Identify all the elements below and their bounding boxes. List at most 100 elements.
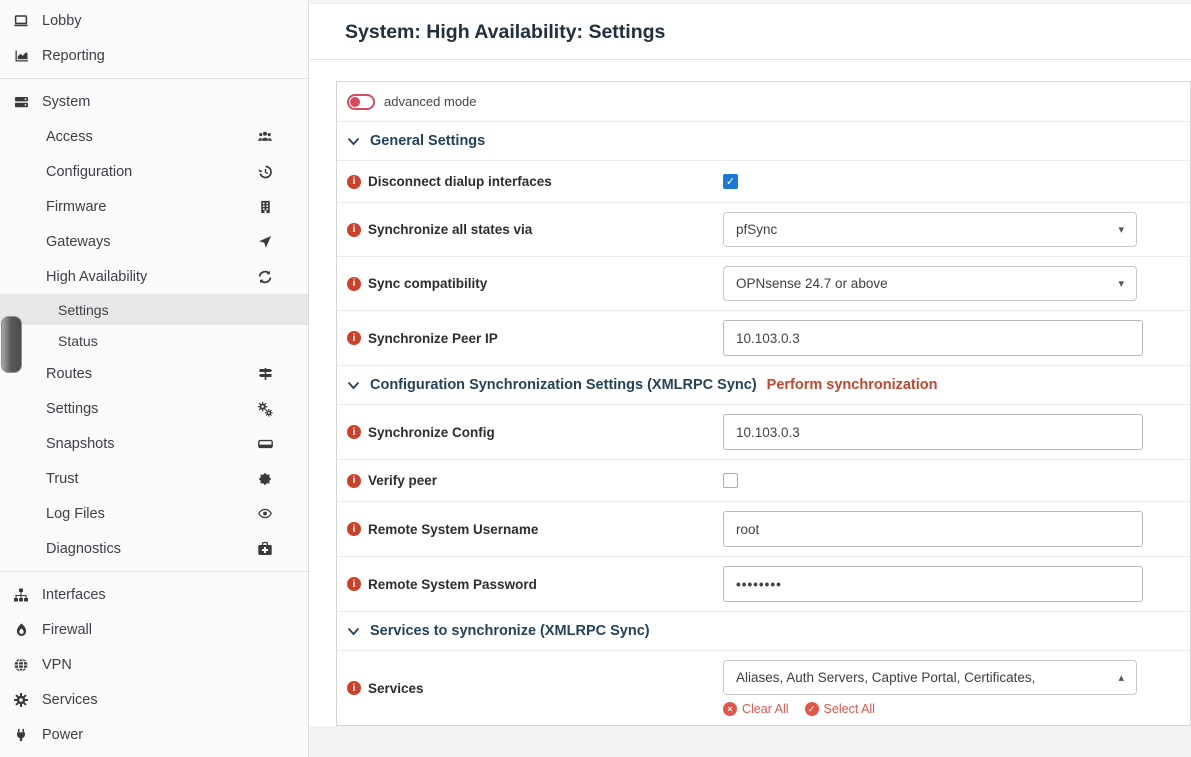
sidebar-item-label: Configuration — [46, 164, 132, 180]
synchronize-all-states-via-selected-value: pfSync — [736, 222, 777, 237]
drawer-handle[interactable] — [1, 316, 22, 373]
page-title: System: High Availability: Settings — [345, 21, 1191, 44]
globe-icon — [10, 657, 32, 673]
sync-compatibility-select[interactable]: OPNsense 24.7 or above ▾ — [723, 266, 1137, 301]
sidebar-nav: Lobby Reporting SystemAccess Configuration F… — [0, 3, 308, 757]
info-icon[interactable]: i — [347, 331, 361, 345]
info-icon[interactable]: i — [347, 425, 361, 439]
sidebar-item-label: Diagnostics — [46, 541, 121, 557]
server-icon — [10, 94, 32, 110]
sidebar-item-system-routes[interactable]: Routes — [0, 356, 308, 391]
sidebar-item-label: Routes — [46, 366, 92, 382]
sidebar-item-label: VPN — [42, 657, 72, 673]
synchronize-all-states-via-row: iSynchronize all states viapfSync▾ — [337, 203, 1190, 257]
chart-icon — [10, 48, 32, 64]
section-general-settings: General Settings — [337, 122, 1190, 161]
sidebar-item-services[interactable]: Services — [0, 682, 308, 717]
sidebar-item-help[interactable]: Help — [0, 752, 308, 757]
sidebar-item-label: Log Files — [46, 506, 105, 522]
sidebar-item-high-availability-settings[interactable]: Settings — [0, 294, 308, 325]
sidebar-item-system-high-availability[interactable]: High Availability — [0, 259, 308, 294]
synchronize-peer-ip-control-cell — [723, 311, 1143, 365]
services-select[interactable]: Aliases, Auth Servers, Captive Portal, C… — [723, 660, 1137, 695]
sidebar-item-system-firmware[interactable]: Firmware — [0, 189, 308, 224]
sidebar-item-system-settings[interactable]: Settings — [0, 391, 308, 426]
sidebar-item-vpn[interactable]: VPN — [0, 647, 308, 682]
caret-down-icon: ▾ — [1118, 277, 1124, 290]
verify-peer-row: iVerify peer — [337, 460, 1190, 502]
remote-system-password-input[interactable] — [723, 566, 1143, 602]
synchronize-config-row: iSynchronize Config — [337, 405, 1190, 460]
sidebar-item-system-trust[interactable]: Trust — [0, 461, 308, 496]
configuration-synchronization-settings-link[interactable]: Perform synchronization — [767, 377, 938, 393]
advanced-mode-toggle[interactable] — [347, 94, 375, 110]
top-strip — [310, 0, 1191, 4]
app: Lobby Reporting SystemAccess Configuration F… — [0, 0, 1191, 757]
remote-system-password-label-cell: iRemote System Password — [347, 577, 723, 592]
disconnect-dialup-interfaces-label-cell: i Disconnect dialup interfaces — [347, 174, 723, 189]
synchronize-config-input[interactable] — [723, 414, 1143, 450]
section-services-to-synchronize: Services to synchronize (XMLRPC Sync) — [337, 612, 1190, 651]
sidebar-item-system-access[interactable]: Access — [0, 119, 308, 154]
sidebar-item-label: Firmware — [46, 199, 106, 215]
main-content: System: High Availability: Settings adva… — [310, 0, 1191, 757]
sidebar-item-label: Settings — [58, 302, 109, 318]
sidebar-item-system-diagnostics[interactable]: Diagnostics — [0, 531, 308, 566]
sidebar-divider — [0, 571, 308, 572]
caret-up-icon: ▴ — [1118, 671, 1124, 684]
sidebar-item-label: Interfaces — [42, 587, 106, 603]
sidebar-item-interfaces[interactable]: Interfaces — [0, 577, 308, 612]
chevron-down-icon[interactable] — [347, 381, 360, 390]
sidebar-item-system-snapshots[interactable]: Snapshots — [0, 426, 308, 461]
synchronize-config-label-cell: iSynchronize Config — [347, 425, 723, 440]
sidebar-item-label: Trust — [46, 471, 79, 487]
sidebar-item-high-availability-status[interactable]: Status — [0, 325, 308, 356]
sidebar-divider — [0, 78, 308, 79]
info-icon[interactable]: i — [347, 474, 361, 488]
disconnect-dialup-interfaces-row: i Disconnect dialup interfaces ✓ — [337, 161, 1190, 203]
sidebar-item-reporting[interactable]: Reporting — [0, 38, 308, 73]
sidebar-item-system[interactable]: System — [0, 84, 308, 119]
verify-peer-checkbox[interactable] — [723, 473, 738, 488]
cogs-icon — [255, 401, 275, 417]
sidebar-item-system-gateways[interactable]: Gateways — [0, 224, 308, 259]
history-icon — [255, 164, 275, 180]
remote-system-username-input[interactable] — [723, 511, 1143, 547]
sidebar-item-lobby[interactable]: Lobby — [0, 3, 308, 38]
info-icon[interactable]: i — [347, 223, 361, 237]
sidebar-item-power[interactable]: Power — [0, 717, 308, 752]
medkit-icon — [255, 541, 275, 557]
title-divider — [310, 59, 1191, 60]
sidebar-item-firewall[interactable]: Firewall — [0, 612, 308, 647]
sidebar-item-system-configuration[interactable]: Configuration — [0, 154, 308, 189]
page-background — [310, 726, 1191, 757]
sidebar-item-system-log-files[interactable]: Log Files — [0, 496, 308, 531]
chevron-down-icon[interactable] — [347, 137, 360, 146]
toggle-knob — [350, 97, 360, 107]
map-signs-icon — [255, 366, 275, 382]
synchronize-peer-ip-row: iSynchronize Peer IP — [337, 311, 1190, 366]
info-icon[interactable]: i — [347, 175, 361, 189]
sidebar-item-label: Gateways — [46, 234, 110, 250]
sitemap-icon — [10, 587, 32, 603]
info-icon[interactable]: i — [347, 277, 361, 291]
info-icon[interactable]: i — [347, 522, 361, 536]
info-icon[interactable]: i — [347, 577, 361, 591]
services-selected-value: Aliases, Auth Servers, Captive Portal, C… — [736, 670, 1035, 685]
synchronize-peer-ip-input[interactable] — [723, 320, 1143, 356]
services-row: iServicesAliases, Auth Servers, Captive … — [337, 651, 1190, 725]
clear-all-button[interactable]: ×Clear All — [723, 702, 789, 716]
select-all-button[interactable]: ✓Select All — [805, 702, 875, 716]
services-actions: ×Clear All ✓Select All — [723, 702, 1137, 716]
sync-compatibility-selected-value: OPNsense 24.7 or above — [736, 276, 888, 291]
synchronize-config-control-cell — [723, 405, 1143, 459]
info-icon[interactable]: i — [347, 681, 361, 695]
synchronize-all-states-via-select[interactable]: pfSync▾ — [723, 212, 1137, 247]
settings-panel: advanced modeGeneral SettingsiDisconnect… — [336, 81, 1191, 726]
disconnect-dialup-interfaces-label: Disconnect dialup interfaces — [368, 174, 552, 189]
disconnect-dialup-interfaces-checkbox[interactable]: ✓ — [723, 174, 738, 189]
refresh-icon — [255, 269, 275, 285]
sidebar-item-label: Lobby — [42, 13, 82, 29]
chevron-down-icon[interactable] — [347, 627, 360, 636]
gear-icon — [10, 692, 32, 708]
